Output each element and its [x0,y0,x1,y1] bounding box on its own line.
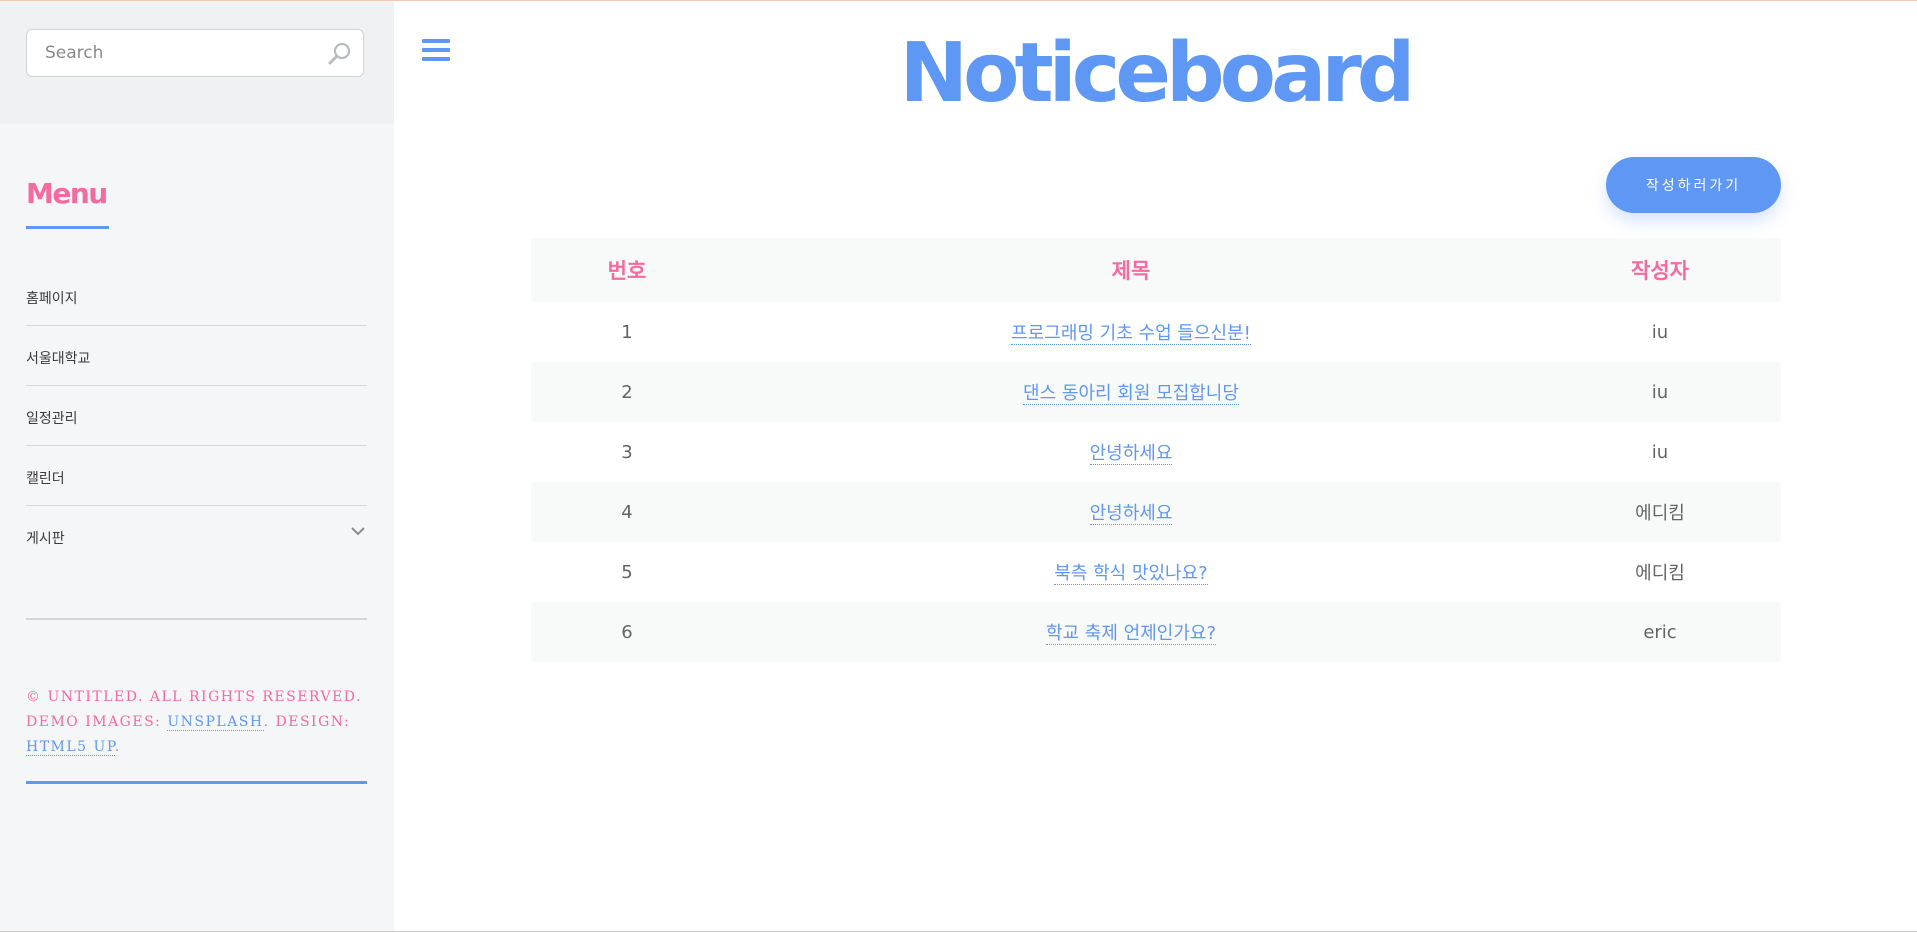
footer-text-end: . [114,739,121,755]
html5up-link[interactable]: HTML5 UP [26,739,115,756]
post-number: 3 [621,441,633,463]
post-author: iu [1651,321,1669,343]
menu-title-underline [26,226,109,229]
post-author: 에디킴 [1635,563,1685,584]
chevron-down-icon[interactable] [349,522,367,540]
post-author: 에디킴 [1539,482,1781,542]
notice-table: 번호 제목 작성자 1 프로그래밍 기초 수업 들으신분! iu 2 댄스 동아… [531,238,1781,662]
post-title-cell: 학교 축제 언제인가요? [723,602,1539,662]
sidebar-item-snu[interactable]: 서울대학교 [26,326,367,386]
post-title-link[interactable]: 학교 축제 언제인가요? [1045,623,1217,645]
sidebar-item-label: 홈페이지 [26,291,78,307]
sidebar-menu: 홈페이지 서울대학교 일정관리 캘린더 게시판 [26,266,367,566]
sidebar: Menu 홈페이지 서울대학교 일정관리 캘린더 게시판 © Untitled.… [0,1,394,931]
post-title-cell: 안녕하세요 [723,422,1539,482]
post-author: iu [1651,441,1669,463]
column-header-title: 제목 [723,238,1539,302]
write-post-button[interactable]: 작성하러가기 [1606,157,1781,213]
sidebar-item-label: 일정관리 [26,411,78,427]
post-number: 5 [621,561,633,583]
sidebar-item-label: 서울대학교 [26,351,91,367]
table-row: 2 댄스 동아리 회원 모집합니당 iu [531,362,1781,422]
post-title-link[interactable]: 프로그래밍 기초 수업 들으신분! [1011,323,1251,345]
post-title-link[interactable]: 안녕하세요 [1089,443,1173,465]
post-title-cell: 댄스 동아리 회원 모집합니당 [723,362,1539,422]
table-row: 3 안녕하세요 iu [531,422,1781,482]
post-title-link[interactable]: 안녕하세요 [1089,503,1173,525]
page-title: Noticeboard [899,26,1416,121]
post-title-cell: 프로그래밍 기초 수업 들으신분! [723,302,1539,362]
table-header-row: 번호 제목 작성자 [531,238,1781,302]
post-author: iu [1539,362,1781,422]
menu-title: Menu [26,177,108,210]
footer-copyright: © Untitled. All rights reserved. Demo Im… [26,685,367,760]
table-row: 5 북측 학식 맛있나요? 에디킴 [531,542,1781,602]
table-row: 1 프로그래밍 기초 수업 들으신분! iu [531,302,1781,362]
post-number: 6 [531,602,723,662]
post-number: 4 [531,482,723,542]
footer-accent-line [26,781,367,784]
sidebar-item-label: 캘린더 [26,471,65,487]
column-header-number: 번호 [531,238,723,302]
hamburger-icon[interactable] [422,39,450,65]
search-input[interactable] [27,30,325,76]
table-row: 6 학교 축제 언제인가요? eric [531,602,1781,662]
post-title-cell: 안녕하세요 [723,482,1539,542]
footer-divider [26,618,367,620]
footer-text-2: . Design: [263,714,351,730]
sidebar-item-homepage[interactable]: 홈페이지 [26,266,367,326]
post-title-link[interactable]: 댄스 동아리 회원 모집합니당 [1023,383,1239,405]
sidebar-item-label: 게시판 [26,531,65,547]
sidebar-item-schedule[interactable]: 일정관리 [26,386,367,446]
table-row: 4 안녕하세요 에디킴 [531,482,1781,542]
post-author: eric [1539,602,1781,662]
post-title-cell: 북측 학식 맛있나요? [723,542,1539,602]
sidebar-item-board[interactable]: 게시판 [26,506,367,566]
unsplash-link[interactable]: Unsplash [167,714,264,731]
column-header-author: 작성자 [1539,238,1781,302]
search-section [0,1,394,124]
search-box[interactable] [26,29,364,77]
sidebar-item-calendar[interactable]: 캘린더 [26,446,367,506]
post-title-link[interactable]: 북측 학식 맛있나요? [1054,563,1208,585]
post-number: 1 [621,321,633,343]
search-icon[interactable] [325,40,353,68]
post-number: 2 [531,362,723,422]
